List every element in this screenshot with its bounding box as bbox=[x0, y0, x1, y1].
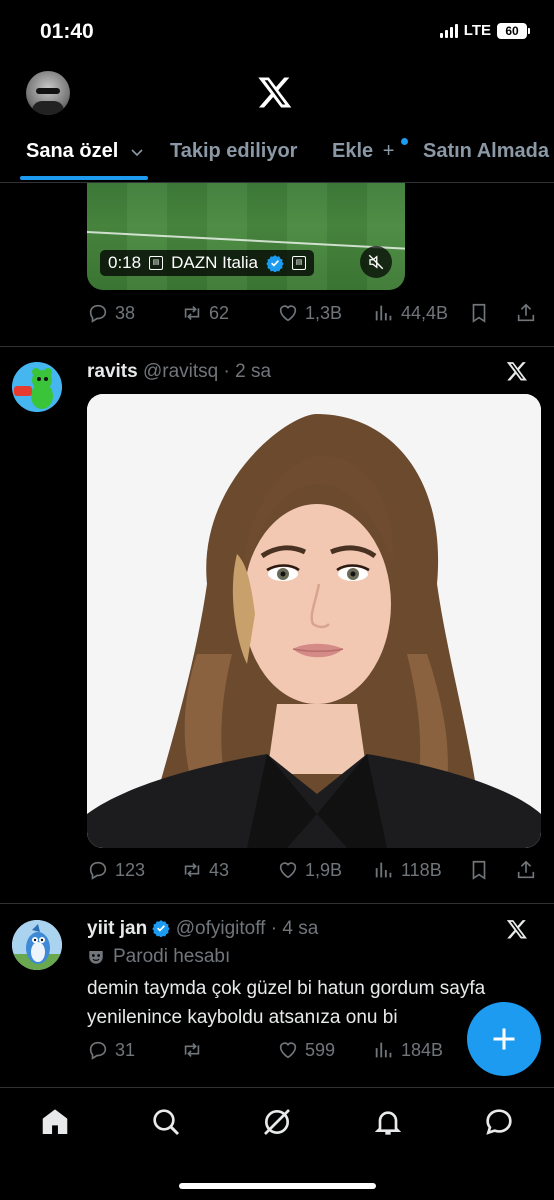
parody-label: Parodi hesabı bbox=[87, 946, 230, 968]
bookmark-button[interactable] bbox=[468, 302, 490, 324]
share-icon bbox=[517, 860, 535, 879]
reply-button[interactable]: 123 bbox=[87, 859, 145, 881]
tab-following[interactable]: Takip ediliyor bbox=[170, 140, 297, 163]
battery-level: 60 bbox=[497, 22, 527, 39]
tweet-header: yiit jan @ofyigitoff · 4 sa bbox=[87, 918, 319, 939]
heart-icon bbox=[279, 862, 297, 879]
video-duration: 0:18 bbox=[108, 253, 142, 272]
share-icon bbox=[517, 303, 535, 322]
author-handle[interactable]: @ofyigitoff bbox=[176, 918, 266, 939]
grok-icon[interactable] bbox=[261, 1106, 293, 1138]
repost-button[interactable]: 43 bbox=[181, 859, 229, 881]
tweet-time: 2 sa bbox=[235, 361, 272, 382]
tweet-avatar[interactable] bbox=[12, 920, 62, 970]
tweet-actions: 38 62 1,3B 44,4B bbox=[87, 302, 547, 332]
bird-avatar-icon bbox=[12, 920, 62, 970]
plus-icon: + bbox=[382, 140, 395, 162]
bookmark-icon bbox=[472, 860, 486, 880]
tweet-header: ravits @ravitsq · 2 sa bbox=[87, 361, 272, 382]
views-icon bbox=[375, 862, 392, 878]
verified-badge-icon bbox=[266, 255, 284, 272]
heart-icon bbox=[279, 1042, 297, 1059]
home-icon[interactable] bbox=[39, 1106, 71, 1138]
tweet-avatar[interactable] bbox=[12, 362, 62, 412]
tab-for-you[interactable]: Sana özel bbox=[26, 140, 144, 163]
gummy-bear-avatar-icon bbox=[12, 362, 62, 412]
signal-icon bbox=[439, 23, 458, 38]
repost-icon bbox=[184, 305, 200, 321]
reply-icon bbox=[89, 861, 107, 880]
heart-icon bbox=[279, 305, 297, 322]
tweet-time: 4 sa bbox=[282, 918, 319, 939]
views-button[interactable]: 44,4B bbox=[373, 302, 448, 324]
active-tab-indicator bbox=[20, 176, 148, 180]
like-button[interactable]: 1,3B bbox=[277, 302, 342, 324]
video-player[interactable]: 0:18 ▤ DAZN Italia ▤ bbox=[87, 183, 405, 290]
repost-icon bbox=[184, 1042, 200, 1058]
reply-icon bbox=[89, 1041, 107, 1060]
logo-box-icon: ▤ bbox=[292, 256, 307, 270]
mute-button[interactable] bbox=[360, 246, 392, 278]
compose-button[interactable] bbox=[467, 1002, 541, 1076]
status-time: 01:40 bbox=[40, 20, 94, 43]
reply-button[interactable]: 38 bbox=[87, 302, 135, 324]
bookmark-button[interactable] bbox=[468, 859, 490, 881]
reply-button[interactable]: 31 bbox=[87, 1039, 135, 1061]
home-indicator bbox=[179, 1183, 376, 1189]
like-button[interactable]: 1,9B bbox=[277, 859, 342, 881]
x-logo-icon bbox=[258, 77, 292, 108]
plus-icon bbox=[493, 1028, 515, 1050]
verified-badge-icon bbox=[152, 920, 171, 937]
reply-icon bbox=[89, 304, 107, 323]
bottom-nav bbox=[0, 1087, 554, 1200]
messages-icon[interactable] bbox=[483, 1106, 515, 1138]
views-icon bbox=[375, 1042, 392, 1058]
author-name[interactable]: yiit jan bbox=[87, 918, 147, 939]
network-label: LTE bbox=[463, 22, 491, 39]
repost-button[interactable] bbox=[181, 1039, 203, 1061]
tweet-actions: 123 43 1,9B 118B bbox=[87, 859, 547, 889]
tab-label: Sana özel bbox=[26, 140, 119, 162]
x-icon[interactable] bbox=[506, 918, 528, 940]
divider bbox=[0, 903, 554, 904]
repost-button[interactable]: 62 bbox=[181, 302, 229, 324]
video-source: DAZN Italia bbox=[171, 253, 259, 272]
author-name[interactable]: ravits bbox=[87, 361, 138, 382]
search-icon[interactable] bbox=[150, 1106, 182, 1138]
repost-icon bbox=[184, 862, 200, 878]
notifications-icon[interactable] bbox=[372, 1106, 404, 1138]
share-button[interactable] bbox=[515, 302, 537, 324]
mask-icon bbox=[89, 951, 103, 964]
tab-add[interactable]: Ekle + bbox=[332, 140, 394, 163]
timeline-tabs: Sana özel Takip ediliyor Ekle + Satın Al… bbox=[0, 128, 554, 182]
video-badge: 0:18 ▤ DAZN Italia ▤ bbox=[100, 250, 315, 276]
cc-icon: ▤ bbox=[149, 256, 164, 270]
like-button[interactable]: 599 bbox=[277, 1039, 335, 1061]
profile-avatar[interactable] bbox=[26, 71, 70, 115]
x-icon[interactable] bbox=[506, 360, 528, 382]
battery-icon: 60 bbox=[497, 22, 530, 39]
views-icon bbox=[375, 305, 392, 321]
views-button[interactable]: 118B bbox=[373, 859, 442, 881]
tab-purchase[interactable]: Satın Almada bbox=[423, 140, 549, 163]
tweet-photo[interactable] bbox=[87, 394, 541, 848]
share-button[interactable] bbox=[515, 859, 537, 881]
new-indicator-dot bbox=[401, 138, 408, 145]
divider bbox=[0, 346, 554, 347]
tab-label: Ekle bbox=[332, 140, 374, 162]
views-button[interactable]: 184B bbox=[373, 1039, 443, 1061]
chevron-down-icon bbox=[131, 149, 143, 156]
author-handle[interactable]: @ravitsq bbox=[143, 361, 218, 382]
portrait-image bbox=[87, 394, 541, 848]
bookmark-icon bbox=[472, 303, 486, 323]
muted-speaker-icon bbox=[368, 254, 384, 270]
status-indicators: LTE 60 bbox=[439, 22, 530, 39]
